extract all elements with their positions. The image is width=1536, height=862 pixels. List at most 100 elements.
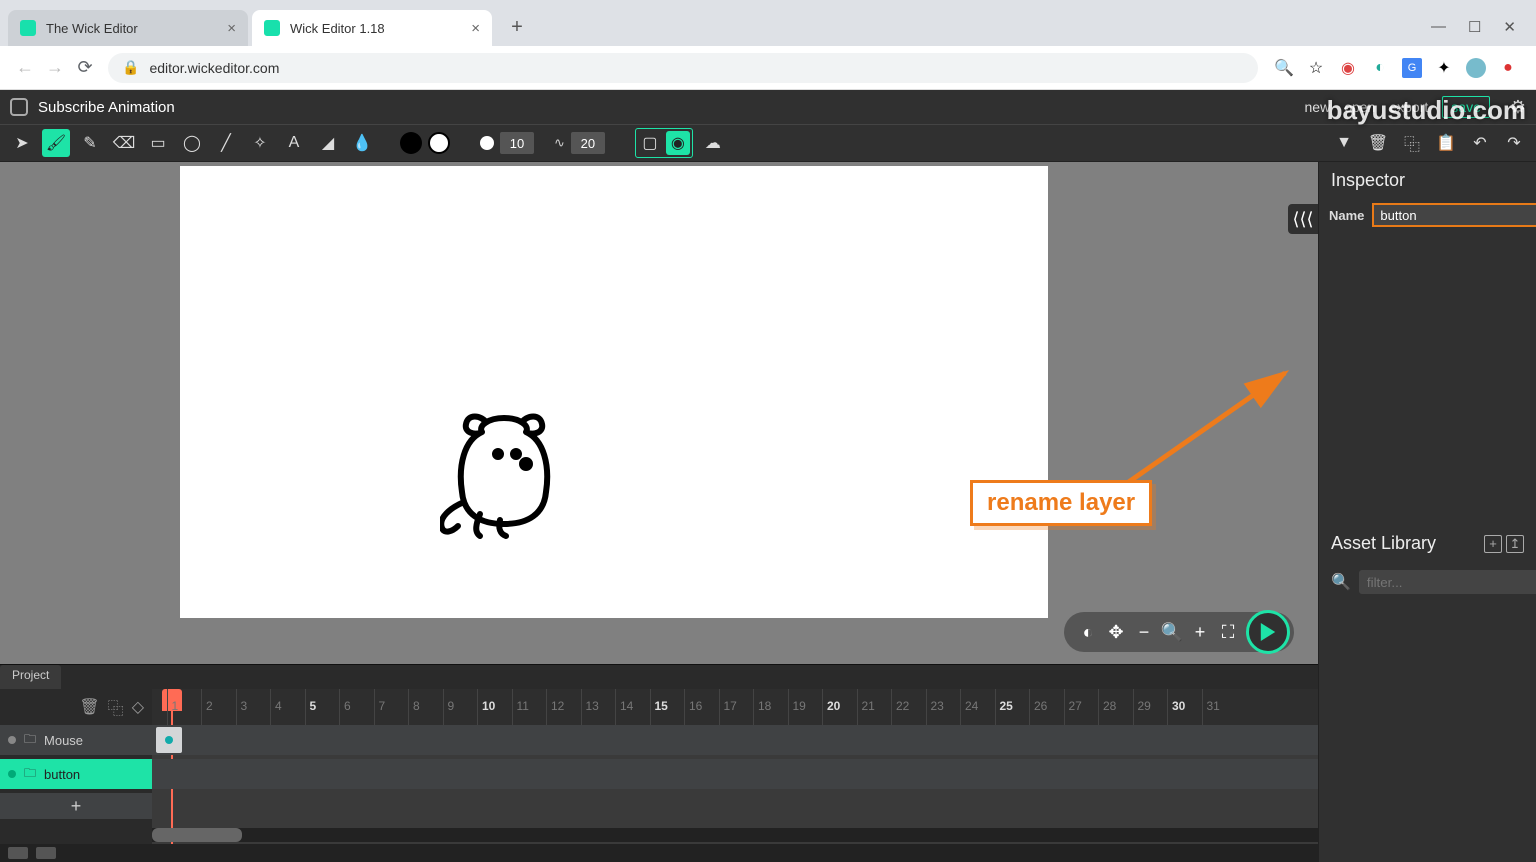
pencil-tool-icon[interactable]: ✎ [76,129,104,157]
smoothing-input[interactable] [571,132,605,154]
frames-column[interactable]: 1234678911121314161718192122232426272829… [152,689,1318,844]
text-tool-icon[interactable]: A [280,129,308,157]
layer-row-button[interactable]: 🗀 button [0,759,152,789]
canvas-mode-toggle: ▢ ◉ [635,128,693,158]
search-icon[interactable]: 🔍 [1274,58,1294,78]
add-layer-button[interactable]: + [0,793,152,819]
tab-favicon [264,20,280,36]
rectangle-tool-icon[interactable]: ▭ [144,129,172,157]
cursor-tool-icon[interactable]: ➤ [8,129,36,157]
pan-icon[interactable]: ✥ [1102,618,1130,646]
layers-column: 🗑 ⿻ ◇ 🗀 Mouse 🗀 button [0,689,152,844]
lock-icon: 🔒 [122,59,139,76]
close-icon[interactable]: × [227,20,236,37]
layer-icon: 🗀 [24,764,36,785]
keyframe[interactable] [156,727,182,753]
onion-skin-icon[interactable]: ☁ [699,129,727,157]
search-icon: 🔍 [1331,572,1351,592]
copy-layer-icon[interactable]: ⿻ [108,695,124,719]
profile-icon[interactable] [1466,58,1486,78]
project-title: Subscribe Animation [38,99,175,116]
close-window-icon[interactable]: ✕ [1503,18,1516,36]
browser-tabstrip: The Wick Editor × Wick Editor 1.18 × + —… [0,0,1536,46]
zoom-out-icon[interactable]: − [1130,618,1158,646]
new-tab-button[interactable]: + [502,12,532,42]
fullscreen-icon[interactable]: ⛶ [1214,618,1242,646]
zoom-in-icon[interactable]: + [1186,618,1214,646]
upload-asset-icon[interactable]: ↥ [1506,535,1524,553]
delete-icon[interactable]: 🗑 [1364,129,1392,157]
zoom-icon[interactable]: 🔍 [1158,618,1186,646]
frame-track-0[interactable] [152,725,1318,755]
watermark: bayustudio.com [1327,95,1526,126]
extension-icon[interactable]: ● [1498,58,1518,78]
url-text: editor.wickeditor.com [149,60,279,76]
stroke-color-swatch[interactable] [428,132,450,154]
browser-extensions: 🔍 ☆ ◉ ◐ G ✦ ● [1266,58,1526,78]
fill-color-swatch[interactable] [400,132,422,154]
browser-tab-0[interactable]: The Wick Editor × [8,10,248,46]
scrollbar-thumb[interactable] [152,828,242,842]
asset-filter-input[interactable] [1359,570,1536,594]
layer-name: button [44,767,80,782]
tween-icon[interactable]: ◇ [132,697,144,717]
fill-tool-icon[interactable]: ◢ [314,129,342,157]
add-asset-icon[interactable]: + [1484,535,1502,553]
brush-size-input[interactable] [500,132,534,154]
layer-row-mouse[interactable]: 🗀 Mouse [0,725,152,755]
url-field[interactable]: 🔒 editor.wickeditor.com [108,53,1258,83]
path-tool-icon[interactable]: ✧ [246,129,274,157]
eraser-tool-icon[interactable]: ⌫ [110,129,138,157]
browser-tab-1[interactable]: Wick Editor 1.18 × [252,10,492,46]
inspector-header: Inspector [1319,162,1536,199]
copy-icon[interactable]: ⿻ [1398,129,1426,157]
back-button[interactable]: ← [10,53,40,83]
smoothing-icon: ∿ [554,135,565,151]
canvas[interactable] [180,166,1048,618]
mode-frame-icon[interactable]: ▢ [638,131,662,155]
timeline-scrollbar[interactable] [152,828,1318,842]
drawing-mouse [440,406,570,546]
maximize-icon[interactable]: ☐ [1468,18,1481,36]
name-label: Name [1329,208,1364,223]
visibility-icon[interactable] [8,736,16,744]
eyedropper-tool-icon[interactable]: 💧 [348,129,376,157]
line-tool-icon[interactable]: ╱ [212,129,240,157]
extension-icon[interactable]: G [1402,58,1422,78]
delete-layer-icon[interactable]: 🗑 [79,697,99,717]
forward-button[interactable]: → [40,53,70,83]
close-icon[interactable]: × [471,20,480,37]
redo-icon[interactable]: ↷ [1500,129,1528,157]
footer-toggle-icon[interactable] [36,847,56,859]
footer-toggle-icon[interactable] [8,847,28,859]
star-icon[interactable]: ☆ [1306,58,1326,78]
mode-onion-icon[interactable]: ◉ [666,131,690,155]
timeline-ruler[interactable]: 1234678911121314161718192122232426272829… [152,689,1318,725]
reload-button[interactable]: ⟳ [70,53,100,83]
extension-icon[interactable]: ◐ [1370,58,1390,78]
undo-icon[interactable]: ↶ [1466,129,1494,157]
project-tab[interactable]: Project [0,665,61,689]
browser-address-bar: ← → ⟳ 🔒 editor.wickeditor.com 🔍 ☆ ◉ ◐ G … [0,46,1536,90]
visibility-icon[interactable] [8,770,16,778]
ellipse-tool-icon[interactable]: ◯ [178,129,206,157]
dropdown-icon[interactable]: ▼ [1330,129,1358,157]
tab-favicon [20,20,36,36]
layer-name: Mouse [44,733,83,748]
frame-track-1[interactable] [152,759,1318,789]
extension-icon[interactable]: ◉ [1338,58,1358,78]
brush-tool-icon[interactable]: 🖌 [42,129,70,157]
app-logo-icon[interactable] [10,98,28,116]
layer-name-input[interactable] [1372,203,1536,227]
extensions-menu-icon[interactable]: ✦ [1434,58,1454,78]
recenter-icon[interactable]: ◐ [1074,618,1102,646]
collapse-panel-icon[interactable]: ⟨⟨⟨ [1288,204,1318,234]
minimize-icon[interactable]: — [1431,18,1446,36]
layer-icon: 🗀 [24,730,36,751]
brush-size-icon [480,136,494,150]
play-button[interactable] [1246,610,1290,654]
asset-library-header: Asset Library + ↥ [1319,525,1536,562]
right-panel: Inspector Name Asset Library + ↥ 🔍 [1318,162,1536,862]
tab-title: Wick Editor 1.18 [290,21,385,36]
paste-icon[interactable]: 📋 [1432,129,1460,157]
